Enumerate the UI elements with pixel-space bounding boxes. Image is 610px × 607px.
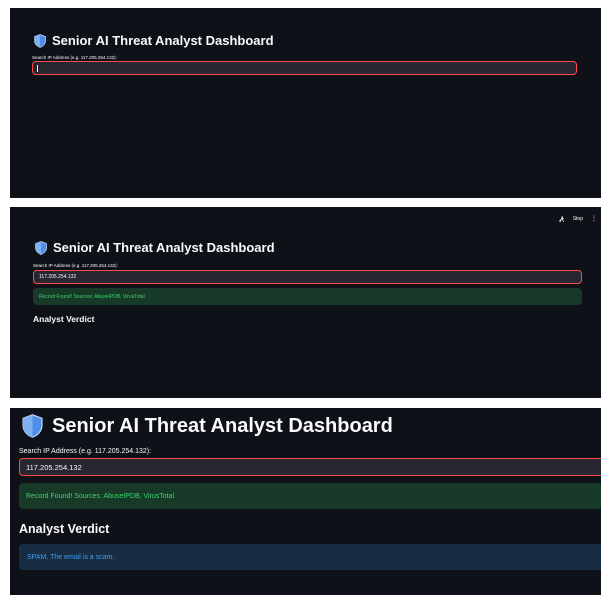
title-row: Senior AI Threat Analyst Dashboard — [22, 414, 393, 438]
shield-icon — [35, 240, 47, 255]
title-row: Senior AI Threat Analyst Dashboard — [35, 240, 275, 255]
verdict-heading: Analyst Verdict — [33, 314, 95, 324]
dashboard-initial-state: Senior AI Threat Analyst Dashboard Searc… — [10, 8, 601, 198]
shield-icon — [34, 33, 46, 48]
running-person-icon — [558, 210, 565, 228]
verdict-heading: Analyst Verdict — [19, 522, 110, 536]
title-row: Senior AI Threat Analyst Dashboard — [34, 33, 274, 48]
text-cursor — [37, 64, 38, 72]
kebab-menu-icon[interactable]: ⋮ — [591, 216, 597, 222]
search-input[interactable]: 117.205.254.132 — [33, 270, 582, 284]
search-input[interactable] — [32, 61, 577, 75]
search-label: Search IP Address (e.g. 117.205.254.132)… — [19, 448, 152, 455]
stop-button[interactable]: Stop — [573, 216, 583, 222]
dashboard-record-found-state: Stop ⋮ Senior AI Threat Analyst Dashboar… — [10, 207, 601, 398]
page-title: Senior AI Threat Analyst Dashboard — [52, 33, 274, 48]
shield-icon — [22, 414, 43, 438]
page-title: Senior AI Threat Analyst Dashboard — [52, 414, 393, 437]
search-label: Search IP Address (e.g. 117.205.254.132)… — [32, 55, 117, 60]
page-title: Senior AI Threat Analyst Dashboard — [53, 240, 275, 255]
verdict-info-alert: SPAM. The email is a scam. — [19, 544, 601, 570]
search-label: Search IP Address (e.g. 117.205.254.132)… — [33, 263, 118, 268]
dashboard-verdict-state: Senior AI Threat Analyst Dashboard Searc… — [10, 408, 601, 595]
search-input[interactable]: 117.205.254.132 — [19, 458, 601, 476]
app-toolbar: Stop ⋮ — [558, 210, 597, 228]
success-alert: Record Found! Sources: AbuseIPDB, VirusT… — [19, 483, 601, 509]
success-alert: Record Found! Sources: AbuseIPDB, VirusT… — [33, 288, 582, 305]
